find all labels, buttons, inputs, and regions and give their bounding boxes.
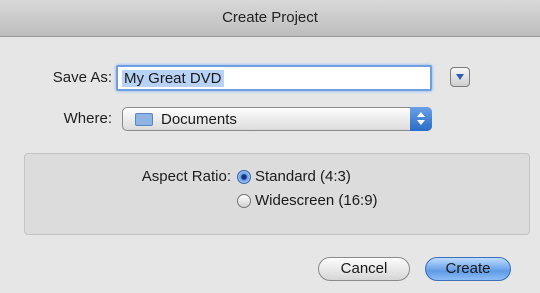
disclosure-triangle-icon <box>456 74 464 80</box>
save-as-field[interactable]: My Great DVD <box>116 65 432 91</box>
save-as-value: My Great DVD <box>122 70 224 87</box>
window-title: Create Project <box>0 0 540 37</box>
up-down-arrows-icon <box>410 107 432 131</box>
folder-icon <box>135 113 153 126</box>
where-label: Where: <box>63 110 112 127</box>
radio-widescreen[interactable] <box>237 194 251 208</box>
aspect-ratio-group: Aspect Ratio: Standard (4:3) Widescreen … <box>24 153 530 235</box>
radio-widescreen-label[interactable]: Widescreen (16:9) <box>255 192 378 209</box>
radio-standard-label[interactable]: Standard (4:3) <box>255 168 351 185</box>
create-button[interactable]: Create <box>425 257 511 281</box>
expand-button[interactable] <box>450 67 470 87</box>
aspect-ratio-label: Aspect Ratio: <box>141 168 231 185</box>
create-project-dialog: Save As: My Great DVD Where: Documents A… <box>0 37 540 293</box>
save-as-label: Save As: <box>52 69 112 86</box>
where-value: Documents <box>161 111 237 128</box>
cancel-button[interactable]: Cancel <box>318 257 410 281</box>
where-popup[interactable]: Documents <box>122 107 432 131</box>
radio-standard[interactable] <box>237 170 251 184</box>
